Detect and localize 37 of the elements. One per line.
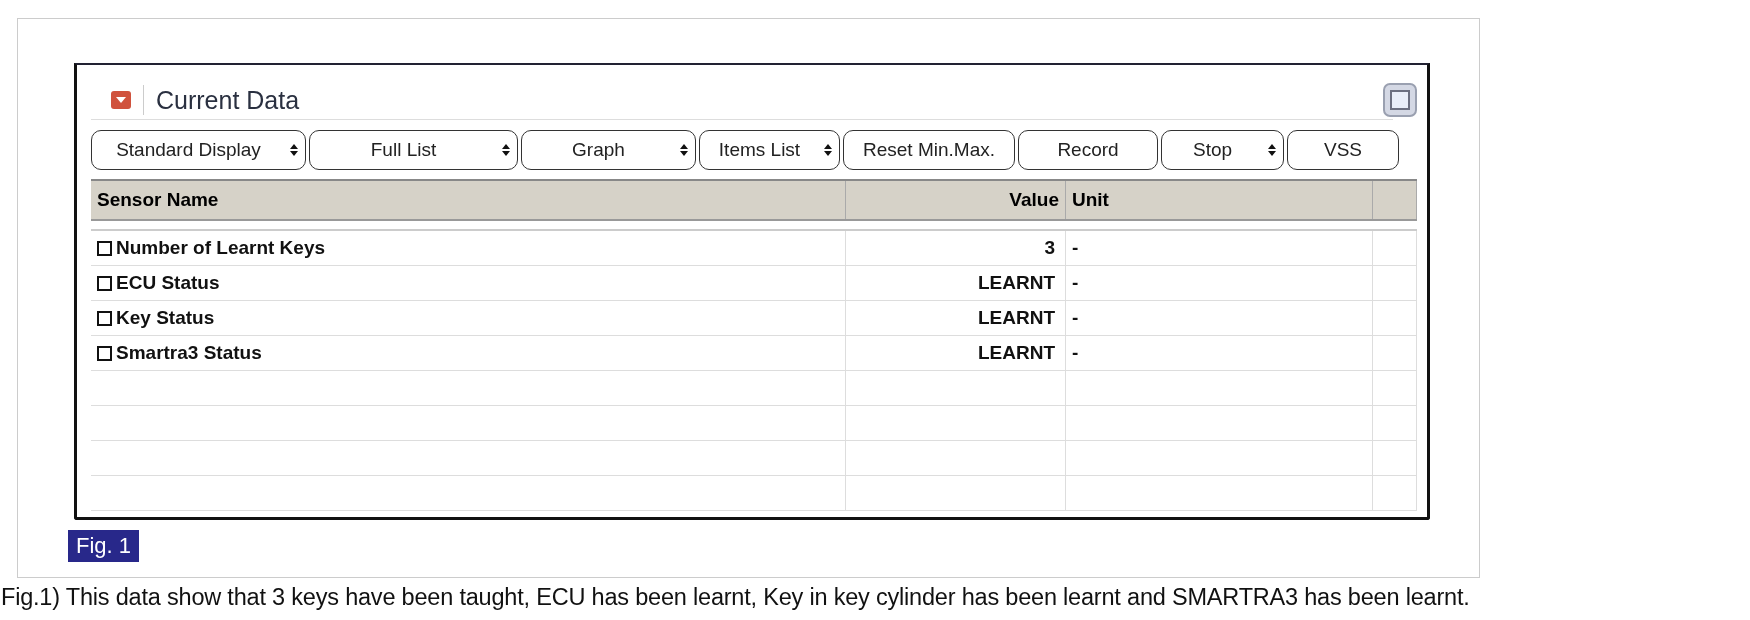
panel-title: Current Data: [156, 85, 300, 115]
value-text: LEARNT: [977, 342, 1055, 364]
figure-caption: Fig.1) This data show that 3 keys have been taught, ECU has been learnt, Key in key cylinder has been learnt and SMARTRA3 has been learnt.: [1, 584, 1471, 611]
dropdown-button[interactable]: Full List: [309, 130, 518, 170]
value-text: 3: [1044, 237, 1055, 259]
dropdown-button[interactable]: Items List: [699, 130, 840, 170]
column-header: Unit: [1066, 181, 1373, 219]
collapse-icon[interactable]: [111, 91, 131, 109]
value-text: LEARNT: [977, 272, 1055, 294]
column-header: Value: [846, 181, 1066, 219]
checkbox[interactable]: [97, 345, 112, 361]
figure-label: Fig. 1: [68, 530, 140, 562]
toolbar-button[interactable]: Reset Min.Max.: [843, 130, 1015, 170]
up-down-arrows-icon: [289, 142, 299, 158]
unit-text: -: [1072, 307, 1079, 329]
up-down-arrows-icon: [679, 142, 689, 158]
up-down-arrows-icon: [501, 142, 511, 158]
dropdown-button[interactable]: Graph: [521, 130, 696, 170]
checkbox[interactable]: [97, 240, 112, 256]
checkbox[interactable]: [97, 275, 112, 291]
dropdown-button[interactable]: Stop: [1161, 130, 1284, 170]
checkbox[interactable]: [97, 310, 112, 326]
toolbar-button[interactable]: Record: [1018, 130, 1158, 170]
sensor-name: ECU Status: [116, 272, 220, 294]
column-header: Sensor Name: [91, 181, 846, 219]
sensor-name: Smartra3 Status: [116, 342, 262, 364]
sensor-name: Number of Learnt Keys: [116, 237, 326, 259]
dropdown-button[interactable]: Standard Display: [91, 130, 306, 170]
maximize-icon[interactable]: [1383, 83, 1417, 117]
toolbar-button[interactable]: VSS: [1287, 130, 1399, 170]
unit-text: -: [1072, 272, 1079, 294]
value-text: LEARNT: [977, 307, 1055, 329]
unit-text: -: [1072, 237, 1079, 259]
sensor-name: Key Status: [116, 307, 215, 329]
up-down-arrows-icon: [823, 142, 833, 158]
up-down-arrows-icon: [1267, 142, 1277, 158]
unit-text: -: [1072, 342, 1079, 364]
